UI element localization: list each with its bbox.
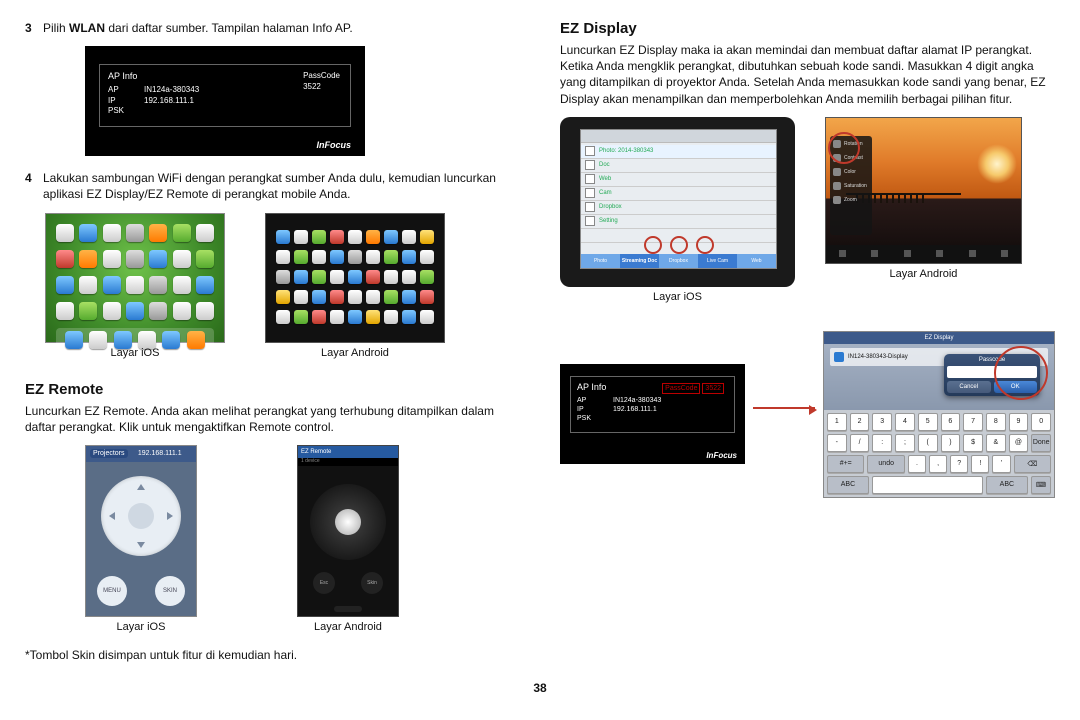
ez-display-heading: EZ Display [560,20,1055,37]
step-text: Pilih WLAN dari daftar sumber. Tampilan … [43,20,520,36]
infocus-logo: InFocus [706,451,737,460]
key: #+= [827,455,864,473]
ios-remote-screenshot: Projectors 192.168.111.1 MENU SKIN [85,445,197,617]
android-ezdisplay-screenshot: Rotation Contrast Color Saturation Zoom [825,117,1022,264]
cancel-button: Cancel [947,381,991,393]
key: - [827,434,847,452]
passcode-flow-row: AP Info AP IP PSK IN124a-380343 192.168.… [560,331,1055,498]
key: 2 [850,413,870,431]
key: & [986,434,1006,452]
key [872,476,983,494]
arrow-icon [753,407,815,409]
key: ; [895,434,915,452]
caption-ios: Layar iOS [653,291,702,303]
android-remote-screenshot: EZ Remote 1 device Esc Skin [297,445,399,617]
step-4: 4 Lakukan sambungan WiFi dengan perangka… [25,170,520,202]
highlight-circle-icon [994,346,1048,400]
left-column: 3 Pilih WLAN dari daftar sumber. Tampila… [25,20,520,673]
footnote: *Tombol Skin disimpan untuk fitur di kem… [25,647,520,663]
step-number: 4 [25,170,37,202]
dpad [101,476,181,556]
back-button: Projectors [90,449,128,458]
step-3: 3 Pilih WLAN dari daftar sumber. Tampila… [25,20,520,36]
onscreen-keyboard: 1234567890 -/:;()$&@Done #+=undo.,?!'⌫ A… [824,410,1054,497]
ios-home-screenshot [45,213,225,343]
caption-android: Layar Android [321,347,389,359]
key: undo [867,455,904,473]
key: Done [1031,434,1051,452]
key: ! [971,455,989,473]
key: : [872,434,892,452]
key: / [850,434,870,452]
menu-button: MENU [97,576,127,606]
key: 8 [986,413,1006,431]
android-home-screenshot [265,213,445,343]
key: 3 [872,413,892,431]
key: 7 [963,413,983,431]
infocus-logo: InFocus [316,140,351,150]
skin-button: Skin [361,572,383,594]
remote-ip: 192.168.111.1 [138,450,182,457]
step-number: 3 [25,20,37,36]
key: ABC [827,476,869,494]
right-column: EZ Display Luncurkan EZ Display maka ia … [560,20,1055,673]
ez-display-intro: Luncurkan EZ Display maka ia akan memind… [560,42,1055,107]
key: 0 [1031,413,1051,431]
ez-remote-text: Luncurkan EZ Remote. Anda akan melihat p… [25,403,520,435]
key: @ [1009,434,1029,452]
ez-remote-heading: EZ Remote [25,381,520,398]
key: 5 [918,413,938,431]
key: ( [918,434,938,452]
highlight-circle-icon [828,132,860,164]
key: 6 [941,413,961,431]
caption-android: Layar Android [890,268,958,280]
key: , [929,455,947,473]
page-number: 38 [25,681,1055,695]
ap-info-screenshot: AP Info AP IP PSK IN124a-380343 192.168.… [85,46,365,156]
ios-ezdisplay-screenshot: Photo: 2014-380343 Doc Web Cam Dropbox S… [560,117,795,287]
step-text: Lakukan sambungan WiFi dengan perangkat … [43,170,520,202]
key: 4 [895,413,915,431]
caption-ios: Layar iOS [117,621,166,633]
key: 1 [827,413,847,431]
key: ' [992,455,1010,473]
key: ) [941,434,961,452]
key: . [908,455,926,473]
ios-passcode-screenshot: EZ Display IN124-380343-Display Passcode… [823,331,1055,498]
key: 9 [1009,413,1029,431]
esc-button: Esc [313,572,335,594]
key: ? [950,455,968,473]
key: ABC [986,476,1028,494]
ap-info-passcode-screenshot: AP Info AP IP PSK IN124a-380343 192.168.… [560,364,745,464]
skin-button: SKIN [155,576,185,606]
key: ⌫ [1014,455,1051,473]
caption-android: Layar Android [314,621,382,633]
caption-ios: Layar iOS [111,347,160,359]
dpad [310,484,386,560]
key: $ [963,434,983,452]
key: ⌨ [1031,476,1051,494]
